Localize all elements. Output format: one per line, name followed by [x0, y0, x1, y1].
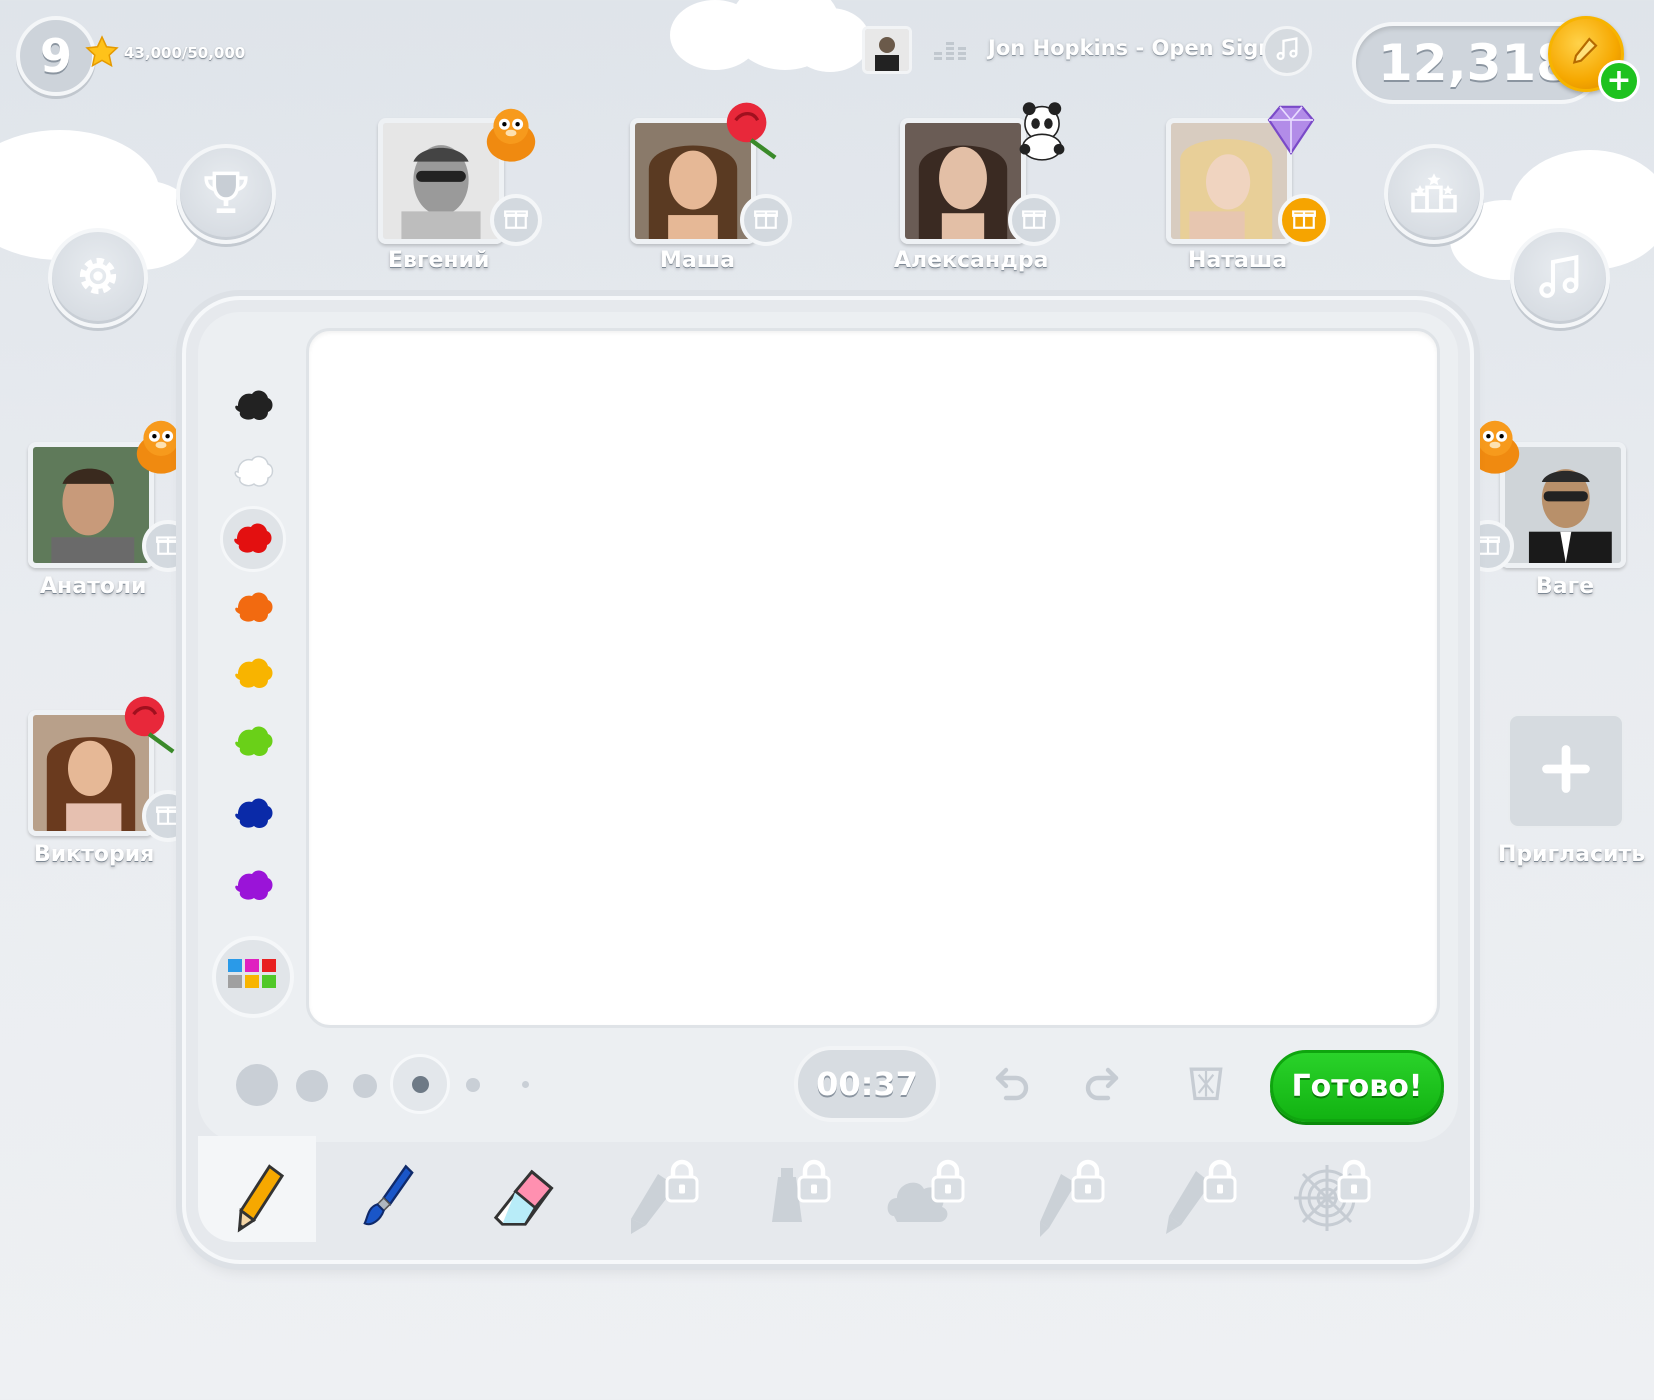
- brush-size-option[interactable]: [466, 1078, 480, 1092]
- player-avatar[interactable]: [900, 118, 1026, 244]
- rose-icon: [116, 690, 176, 754]
- player-name: Александра: [894, 248, 1049, 273]
- gift-icon: [1021, 205, 1047, 235]
- equalizer-icon: [934, 38, 974, 62]
- brush-size-option[interactable]: [522, 1081, 529, 1088]
- brush-size-option[interactable]: [296, 1070, 328, 1102]
- spray-tool-locked[interactable]: [740, 1150, 840, 1250]
- gift-icon: [753, 205, 779, 235]
- marker-icon: [613, 1155, 703, 1245]
- brush-size-option[interactable]: [236, 1064, 278, 1106]
- web-icon: [1285, 1155, 1375, 1245]
- brush-tool[interactable]: [340, 1150, 440, 1250]
- color-swatch[interactable]: [228, 860, 280, 912]
- cat-icon: [478, 100, 538, 162]
- gear-icon: [70, 248, 126, 308]
- plus-icon: [1540, 743, 1592, 799]
- player-name: Наташа: [1188, 248, 1288, 273]
- gift-icon: [155, 531, 181, 561]
- color-swatch[interactable]: [228, 380, 280, 432]
- brush-icon: [358, 1160, 422, 1240]
- now-playing-title[interactable]: Jon Hopkins - Open Signal: [988, 36, 1295, 60]
- color-swatch[interactable]: [228, 788, 280, 840]
- undo-icon: [988, 1058, 1036, 1110]
- trash-icon: [1184, 1059, 1228, 1109]
- gift-button[interactable]: [740, 194, 792, 246]
- more-colors-button[interactable]: [212, 936, 294, 1018]
- brush-size-option[interactable]: [353, 1074, 377, 1098]
- add-coins-button[interactable]: +: [1598, 60, 1640, 102]
- pen-tool-locked[interactable]: [1146, 1150, 1246, 1250]
- clear-canvas-button[interactable]: [1176, 1054, 1236, 1114]
- color-swatch[interactable]: [228, 716, 280, 768]
- plus-icon: +: [1606, 63, 1632, 98]
- redo-button[interactable]: [1072, 1054, 1132, 1114]
- gift-button[interactable]: [490, 194, 542, 246]
- music-note-button[interactable]: [1262, 26, 1312, 76]
- cloud-decoration: [790, 8, 870, 72]
- cat-icon: [128, 412, 188, 474]
- panda-icon: [1010, 98, 1070, 161]
- color-swatch[interactable]: [228, 446, 280, 498]
- invite-label[interactable]: Пригласить: [1498, 842, 1645, 867]
- gift-button[interactable]: [1278, 194, 1330, 246]
- flat-brush-tool-locked[interactable]: [1014, 1150, 1114, 1250]
- color-swatch-selected[interactable]: [220, 506, 286, 572]
- track-cover: [862, 26, 912, 74]
- pen-icon: [1151, 1155, 1241, 1245]
- gift-icon: [503, 205, 529, 235]
- xp-progress-text: 43,000/50,000: [124, 44, 246, 62]
- web-tool-locked[interactable]: [1280, 1150, 1380, 1250]
- rose-icon: [718, 96, 778, 160]
- done-button[interactable]: Готово!: [1270, 1050, 1444, 1122]
- cloud-brush-icon: [879, 1155, 969, 1245]
- gift-icon: [1475, 531, 1501, 561]
- music-button[interactable]: [1510, 228, 1610, 328]
- round-timer: 00:37: [794, 1046, 940, 1122]
- player-name: Ваге: [1536, 574, 1595, 599]
- gift-icon: [1291, 205, 1317, 235]
- pencil-icon: [228, 1160, 292, 1240]
- trophy-button[interactable]: [176, 144, 276, 244]
- color-swatch[interactable]: [228, 582, 280, 634]
- cloud-brush-tool-locked[interactable]: [874, 1150, 974, 1250]
- color-swatch[interactable]: [228, 648, 280, 700]
- leaderboard-button[interactable]: [1384, 144, 1484, 244]
- gift-icon: [155, 801, 181, 831]
- palette-grid-icon: [228, 959, 278, 995]
- player-name: Виктория: [34, 842, 155, 867]
- music-note-icon: [1532, 248, 1588, 308]
- settings-button[interactable]: [48, 228, 148, 328]
- player-name: Анатоли: [40, 574, 147, 599]
- player-name: Евгений: [388, 248, 490, 273]
- eraser-tool[interactable]: [472, 1150, 572, 1250]
- invite-button[interactable]: [1508, 714, 1624, 828]
- redo-icon: [1078, 1058, 1126, 1110]
- gift-button[interactable]: [1008, 194, 1060, 246]
- diamond-icon: [1258, 98, 1318, 158]
- undo-button[interactable]: [982, 1054, 1042, 1114]
- brush-size-option-selected[interactable]: [390, 1054, 450, 1114]
- pencil-tool[interactable]: [210, 1150, 310, 1250]
- podium-icon: [1406, 164, 1462, 224]
- trophy-icon: [198, 164, 254, 224]
- spray-icon: [745, 1155, 835, 1245]
- player-name: Маша: [660, 248, 735, 273]
- drawing-canvas[interactable]: [306, 328, 1440, 1028]
- star-icon: [84, 34, 120, 74]
- flat-brush-icon: [1019, 1155, 1109, 1245]
- marker-tool-locked[interactable]: [608, 1150, 708, 1250]
- eraser-icon: [486, 1162, 558, 1238]
- music-note-icon: [1273, 35, 1301, 67]
